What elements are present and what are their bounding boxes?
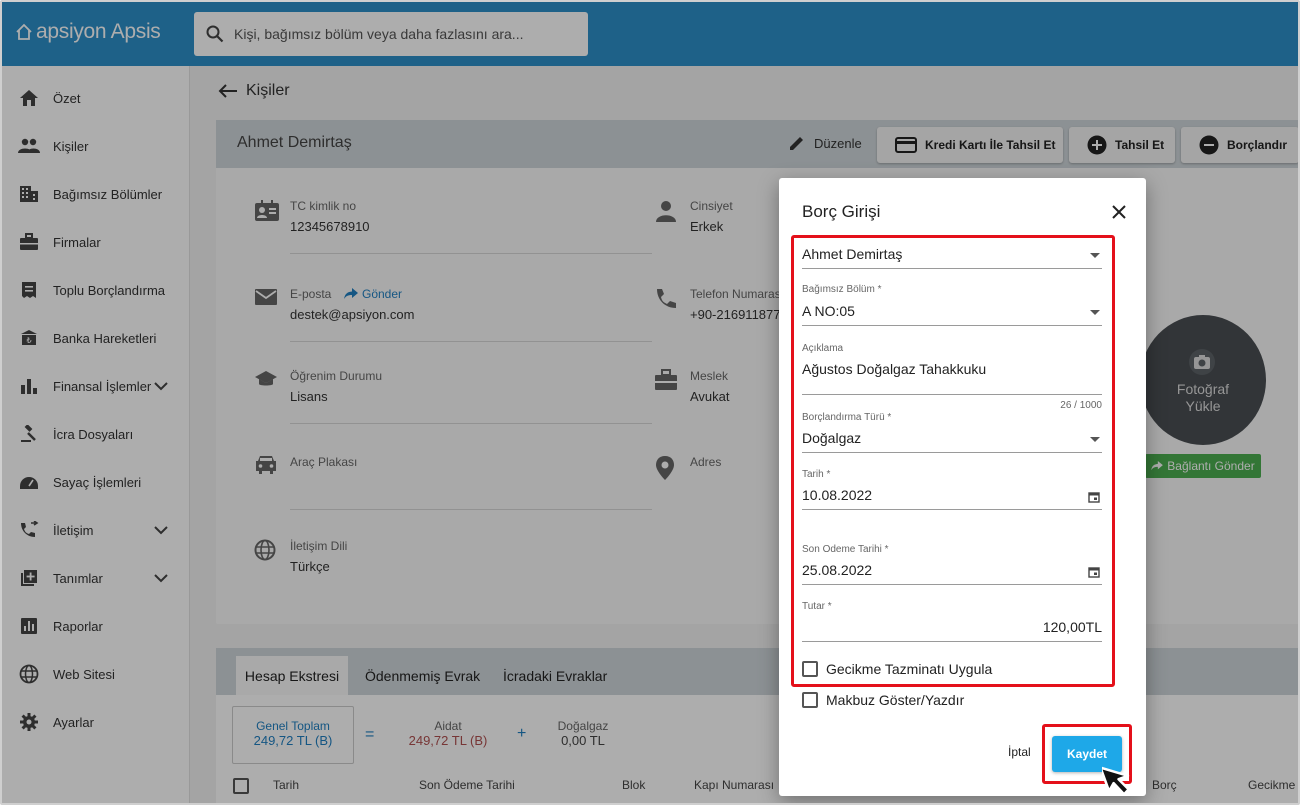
cancel-button[interactable]: İptal bbox=[1008, 745, 1031, 759]
amount-display: 120,00 TL bbox=[1043, 619, 1102, 635]
amount-field[interactable]: Tutar * 120,00 TL bbox=[802, 601, 1102, 645]
checkbox-box[interactable] bbox=[802, 661, 818, 677]
field-underline bbox=[802, 584, 1102, 585]
app-window: apsiyon Apsis Kişi, bağımsız bölüm veya … bbox=[0, 0, 1300, 805]
calendar-icon[interactable] bbox=[1088, 565, 1100, 583]
debt-entry-dialog: Borç Girişi Ahmet Demirtaş Bağımsız Bölü… bbox=[779, 178, 1146, 796]
dropdown-arrow-icon bbox=[1090, 437, 1100, 442]
due-date-field[interactable]: Son Odeme Tarihi * 25.08.2022 bbox=[802, 544, 1102, 588]
receipt-label: Makbuz Göster/Yazdır bbox=[826, 692, 965, 708]
unit-select[interactable]: Bağımsız Bölüm * A NO:05 bbox=[802, 284, 1102, 328]
amount-label: Tutar * bbox=[802, 601, 832, 612]
receipt-checkbox[interactable]: Makbuz Göster/Yazdır bbox=[802, 692, 964, 708]
description-field[interactable]: Açıklama Ağustos Doğalgaz Tahakkuku 26 /… bbox=[802, 343, 1102, 413]
dropdown-arrow-icon bbox=[1090, 310, 1100, 315]
person-select[interactable]: Ahmet Demirtaş bbox=[802, 246, 1102, 270]
close-icon[interactable] bbox=[1111, 204, 1127, 225]
person-select-value: Ahmet Demirtaş bbox=[802, 246, 903, 262]
save-label: Kaydet bbox=[1066, 747, 1107, 761]
mouse-cursor-icon bbox=[1102, 766, 1130, 796]
field-underline bbox=[802, 509, 1102, 510]
dropdown-arrow-icon bbox=[1090, 253, 1100, 258]
late-fee-label: Gecikme Tazminatı Uygula bbox=[826, 661, 993, 677]
field-underline bbox=[802, 394, 1102, 395]
date-label: Tarih * bbox=[802, 469, 831, 480]
debt-type-value: Doğalgaz bbox=[802, 430, 862, 446]
field-underline bbox=[802, 641, 1102, 642]
dialog-title: Borç Girişi bbox=[802, 202, 881, 221]
field-underline bbox=[802, 452, 1102, 453]
field-underline bbox=[802, 325, 1102, 326]
late-fee-checkbox[interactable]: Gecikme Tazminatı Uygula bbox=[802, 661, 992, 677]
due-date-value: 25.08.2022 bbox=[802, 562, 873, 578]
description-counter: 26 / 1000 bbox=[1060, 400, 1102, 411]
amount-unit: TL bbox=[1085, 619, 1102, 635]
debt-type-label: Borçlandırma Türü * bbox=[802, 412, 892, 423]
debt-type-select[interactable]: Borçlandırma Türü * Doğalgaz bbox=[802, 412, 1102, 456]
description-value: Ağustos Doğalgaz Tahakkuku bbox=[802, 361, 987, 377]
due-date-label: Son Odeme Tarihi * bbox=[802, 544, 889, 555]
date-value: 10.08.2022 bbox=[802, 487, 873, 503]
description-label: Açıklama bbox=[802, 343, 844, 354]
checkbox-box[interactable] bbox=[802, 692, 818, 708]
calendar-icon[interactable] bbox=[1088, 490, 1100, 508]
field-underline bbox=[802, 268, 1102, 269]
unit-label: Bağımsız Bölüm * bbox=[802, 284, 882, 295]
amount-value: 120,00 bbox=[1042, 619, 1086, 635]
unit-value: A NO:05 bbox=[802, 303, 855, 319]
date-field[interactable]: Tarih * 10.08.2022 bbox=[802, 469, 1102, 513]
